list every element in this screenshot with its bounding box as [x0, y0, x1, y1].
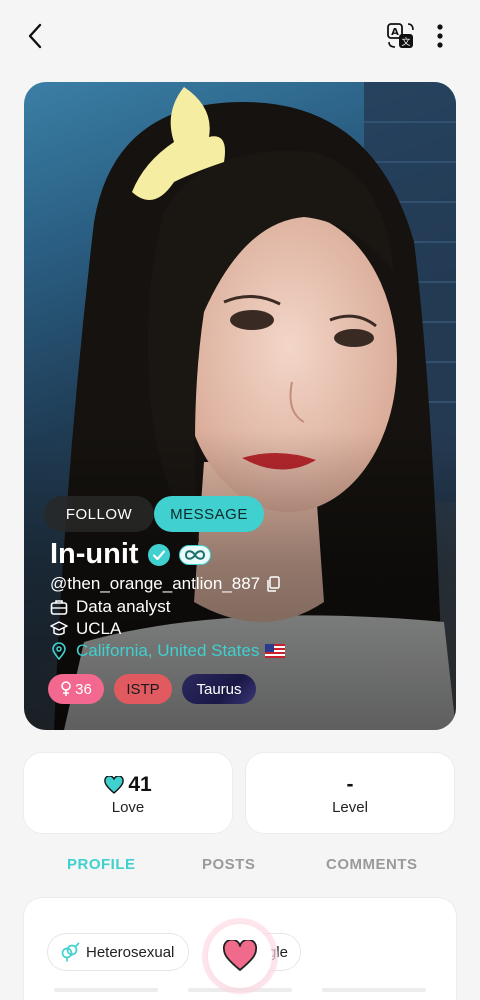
mbti-tag: ISTP [114, 674, 172, 704]
verified-badge-icon [147, 543, 170, 566]
female-symbol-icon [61, 681, 71, 696]
more-vertical-icon [437, 24, 443, 48]
graduation-cap-icon [50, 621, 68, 636]
copy-icon[interactable] [266, 576, 280, 592]
love-stat-card[interactable]: 41 Love [24, 753, 232, 833]
follow-button[interactable]: FOLLOW [44, 496, 154, 532]
profile-handle: @then_orange_antlion_887 [50, 574, 261, 593]
profile-tags: 36 ISTP Taurus [48, 674, 266, 704]
level-value-row: - [246, 773, 454, 797]
profile-card: FOLLOW MESSAGE In-unit @then_orange_antl… [24, 82, 456, 730]
more-options-button[interactable] [428, 20, 452, 52]
profile-tabs: PROFILE POSTS COMMENTS [0, 852, 480, 882]
occupation-text: Data analyst [76, 597, 171, 616]
orientation-icon [61, 942, 80, 962]
location-row: California, United States [50, 641, 286, 661]
zodiac-tag: Taurus [182, 674, 256, 704]
svg-text:文: 文 [401, 36, 410, 48]
translate-icon: A 文 [387, 23, 414, 48]
skeleton-line [322, 988, 426, 992]
top-bar: A 文 [0, 0, 480, 72]
school-row: UCLA [50, 619, 121, 639]
age-tag: 36 [48, 674, 104, 704]
back-button[interactable] [22, 20, 50, 52]
translate-button[interactable]: A 文 [386, 20, 416, 52]
love-label: Love [111, 799, 145, 816]
heart-icon [104, 776, 125, 794]
us-flag-icon [265, 644, 286, 658]
profile-name: In-unit [50, 538, 139, 570]
svg-text:A: A [391, 27, 399, 38]
orientation-chip: Heterosexual [48, 934, 189, 970]
location-text: California, United States [76, 641, 260, 660]
infinity-badge-icon [178, 544, 211, 565]
love-value-row: 41 [24, 773, 232, 797]
tab-posts[interactable]: POSTS [202, 856, 255, 873]
age-value: 36 [75, 680, 92, 698]
location-pin-icon [52, 642, 66, 660]
level-stat-card[interactable]: - Level [246, 753, 454, 833]
tab-comments[interactable]: COMMENTS [326, 856, 418, 873]
message-button[interactable]: MESSAGE [154, 496, 264, 532]
occupation-row: Data analyst [50, 597, 171, 617]
name-row: In-unit [50, 538, 211, 571]
orientation-text: Heterosexual [86, 943, 175, 961]
level-label: Level [332, 799, 368, 816]
skeleton-line [188, 988, 292, 992]
school-text: UCLA [76, 619, 122, 638]
level-value: - [346, 773, 354, 796]
chevron-left-icon [28, 23, 42, 49]
handle-row: @then_orange_antlion_887 [50, 574, 280, 594]
tab-profile[interactable]: PROFILE [67, 856, 136, 873]
briefcase-icon [50, 600, 68, 615]
skeleton-line [54, 988, 158, 992]
heart-icon [222, 940, 258, 971]
like-button[interactable] [208, 924, 272, 988]
love-count: 41 [128, 773, 152, 796]
